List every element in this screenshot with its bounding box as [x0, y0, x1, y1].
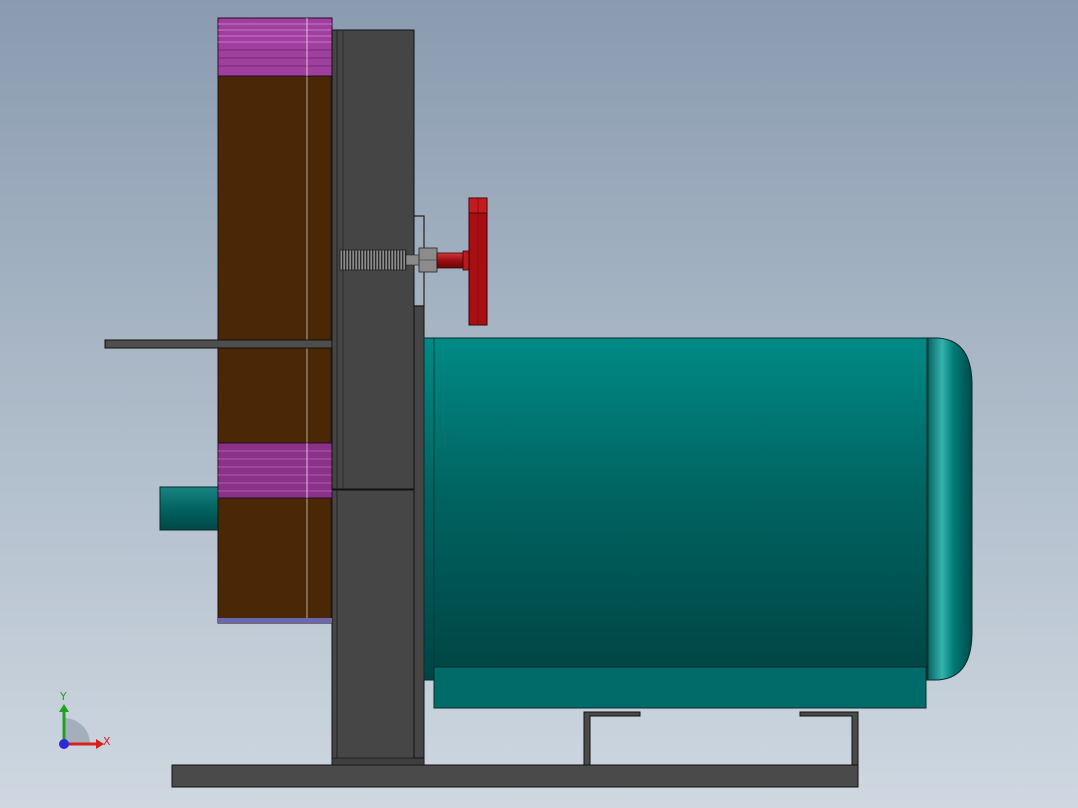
motor-body[interactable] — [423, 337, 929, 681]
lead-screw[interactable] — [339, 247, 438, 273]
motor-bracket-left[interactable] — [583, 711, 641, 766]
cad-model-view[interactable]: X Y — [0, 0, 1078, 808]
motor-bracket-right[interactable] — [799, 711, 859, 766]
motor-foot[interactable] — [433, 666, 927, 709]
z-axis-dot — [59, 739, 69, 749]
triad-arc — [64, 718, 90, 744]
x-axis-label: X — [103, 735, 111, 748]
wood-disc[interactable] — [217, 17, 333, 624]
y-axis-label: Y — [59, 690, 67, 703]
vertical-stand[interactable] — [331, 489, 425, 766]
base-plate[interactable] — [171, 764, 859, 788]
cad-viewport[interactable]: X Y — [0, 0, 1078, 808]
motor-shaft[interactable] — [159, 486, 221, 531]
pink-band-bottom[interactable] — [217, 442, 333, 499]
pink-band-top[interactable] — [217, 17, 333, 77]
tool-rest[interactable] — [104, 339, 335, 349]
motor-end-cap[interactable] — [925, 337, 973, 681]
stand-side-rib — [413, 305, 425, 759]
handwheel[interactable] — [436, 197, 488, 326]
coordinate-triad: X Y — [59, 690, 111, 749]
